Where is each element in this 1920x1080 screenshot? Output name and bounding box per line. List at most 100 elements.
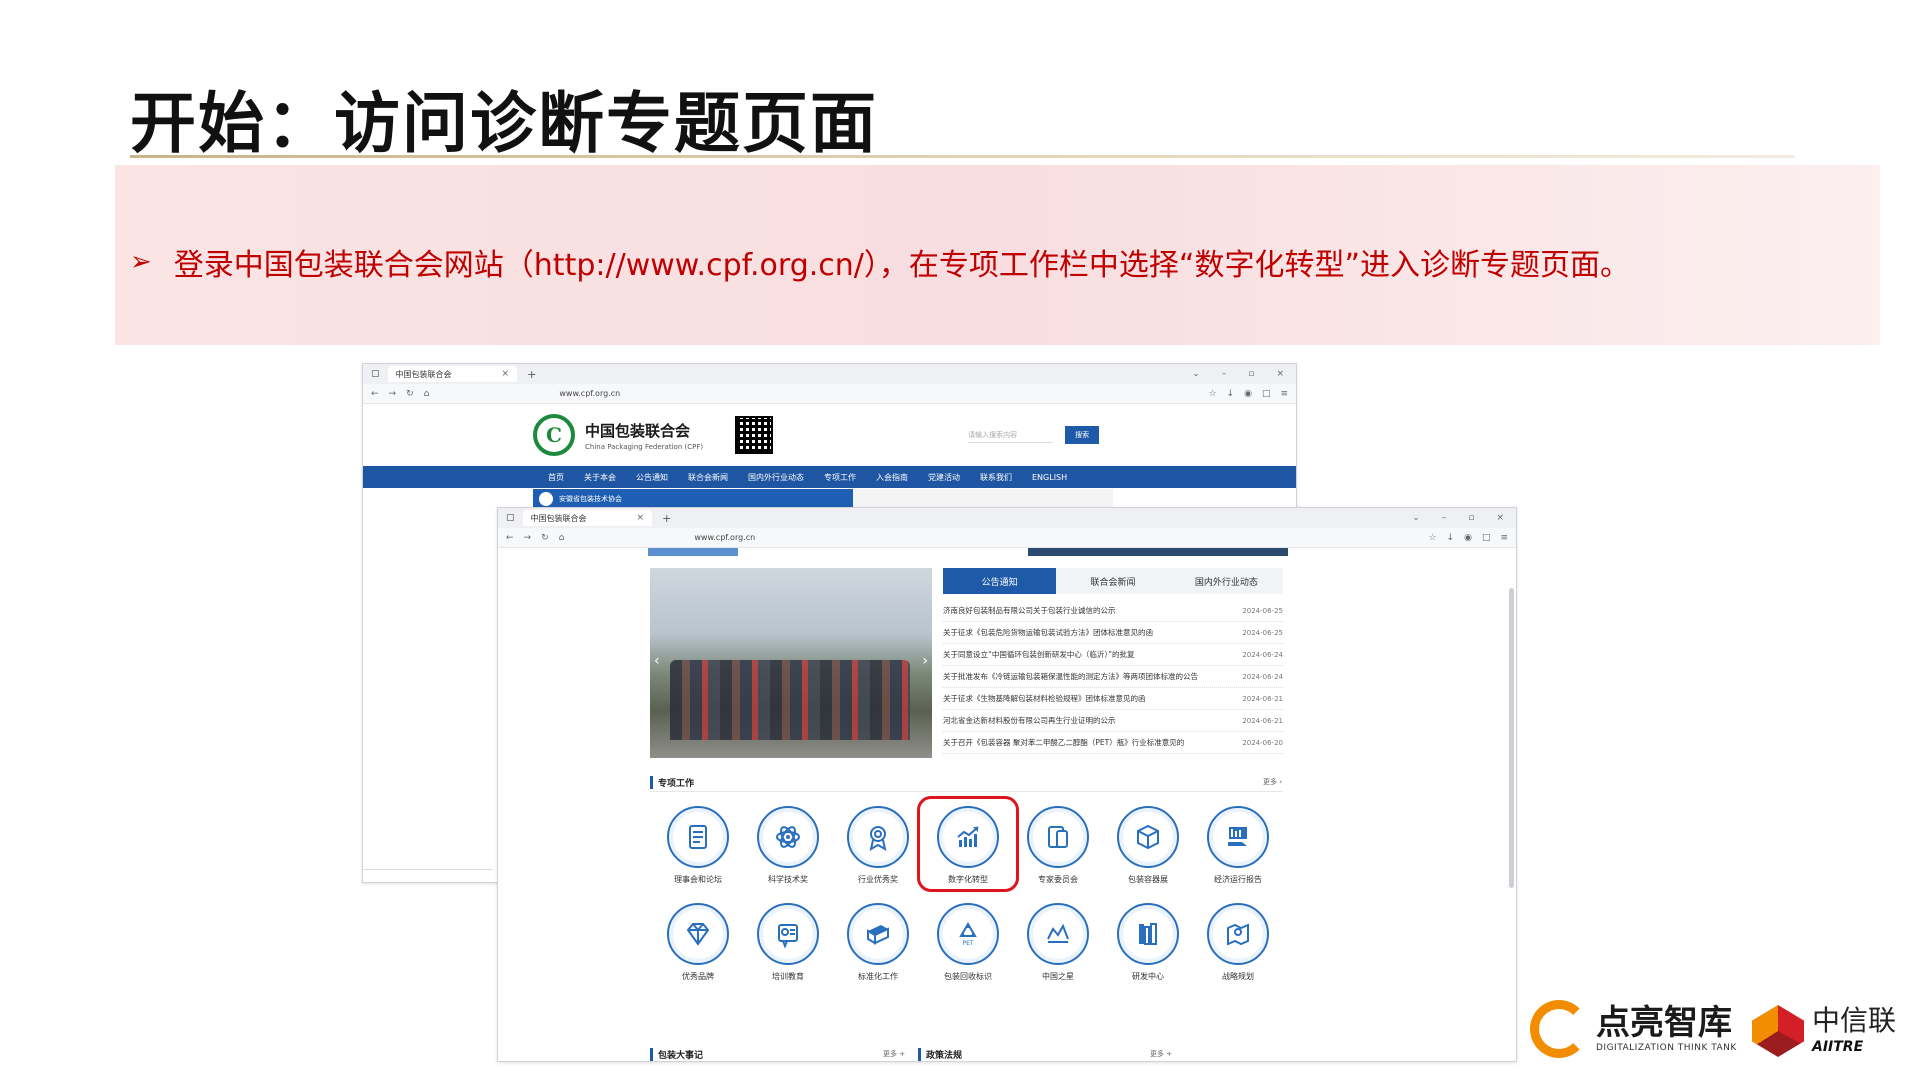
special-work-more-link[interactable]: 更多 › (1263, 777, 1282, 787)
nav-special-work[interactable]: 专项工作 (814, 472, 866, 483)
special-work-council[interactable]: 理事会和论坛 (653, 806, 743, 885)
list-item[interactable]: 关于征求《包装危险货物运输包装试验方法》团体标准意见的函 2024-06-25 (943, 622, 1283, 644)
close-tab-icon[interactable]: × (637, 513, 645, 523)
list-item[interactable]: 关于批准发布《冷链运输包装箱保温性能的测定方法》等两项团体标准的公告 2024-0… (943, 666, 1283, 688)
forward-icon[interactable]: → (389, 389, 397, 399)
document-icon[interactable] (667, 806, 729, 868)
list-item[interactable]: 关于召开《包装容器 聚对苯二甲酸乙二醇酯（PET）瓶》行业标准意见的 2024-0… (943, 732, 1283, 754)
browser-tab[interactable]: 中国包装联合会 × (387, 366, 518, 382)
medal-icon[interactable] (847, 806, 909, 868)
tab-industry-news[interactable]: 国内外行业动态 (1170, 568, 1283, 594)
chevron-down-icon[interactable]: ⌄ (1192, 369, 1200, 379)
close-icon[interactable]: × (1496, 513, 1504, 523)
home-icon[interactable]: ⌂ (559, 533, 565, 543)
account-icon[interactable]: ◉ (1464, 533, 1472, 543)
cpf-logo[interactable]: C (533, 414, 575, 456)
list-item[interactable]: 济南良好包装制品有限公司关于包装行业诚信的公示 2024-06-25 (943, 600, 1283, 622)
site-header: C 中国包装联合会 China Packaging Federation (CP… (363, 404, 1296, 466)
news-tabs: 公告通知 联合会新闻 国内外行业动态 (943, 568, 1283, 594)
new-tab-icon[interactable]: + (527, 368, 536, 381)
diamond-icon[interactable] (667, 903, 729, 965)
extensions-icon[interactable]: □ (1482, 533, 1491, 543)
maximize-icon[interactable]: ▫ (1248, 369, 1254, 379)
nav-industry[interactable]: 国内外行业动态 (738, 472, 814, 483)
special-work-brand[interactable]: 优秀品牌 (653, 903, 743, 982)
nav-home[interactable]: 首页 (538, 472, 574, 483)
special-work-china-star[interactable]: 中国之星 (1013, 903, 1103, 982)
account-icon[interactable]: ◉ (1244, 389, 1252, 399)
carousel-prev-icon[interactable]: ‹ (654, 653, 660, 669)
minimize-icon[interactable]: – (1222, 369, 1227, 379)
url-field[interactable]: www.cpf.org.cn (574, 533, 1418, 542)
window-controls: ⌄ – ▫ × (1412, 513, 1516, 523)
bookshelf-icon[interactable] (1117, 903, 1179, 965)
special-work-training[interactable]: 培训教育 (743, 903, 833, 982)
packaging-events-more-link[interactable]: 更多 + (883, 1049, 905, 1059)
list-item[interactable]: 关于同意设立“中国循环包装创新研发中心（临沂）”的批复 2024-06-24 (943, 644, 1283, 666)
crown-chart-icon[interactable] (1027, 903, 1089, 965)
box-icon[interactable] (1117, 806, 1179, 868)
special-work-expert-committee[interactable]: 专家委员会 (1013, 806, 1103, 885)
list-item[interactable]: 河北省金达新材料股份有限公司再生行业证明的公示 2024-06-21 (943, 710, 1283, 732)
home-icon[interactable]: ⌂ (424, 389, 430, 399)
nav-join[interactable]: 入会指南 (866, 472, 918, 483)
recycle-icon[interactable]: PET (937, 903, 999, 965)
certificate-icon[interactable] (757, 903, 819, 965)
close-tab-icon[interactable]: × (502, 369, 510, 379)
special-work-strategy[interactable]: 战略规划 (1193, 903, 1283, 982)
policy-more-link[interactable]: 更多 + (1150, 1049, 1172, 1059)
tab-federation-news[interactable]: 联合会新闻 (1056, 568, 1169, 594)
tab-notices[interactable]: 公告通知 (943, 568, 1057, 594)
sidebar-toggle-icon[interactable]: ▢ (506, 513, 515, 523)
carousel-next-icon[interactable]: › (922, 653, 928, 669)
menu-icon[interactable]: ≡ (1280, 389, 1288, 399)
extensions-icon[interactable]: □ (1262, 389, 1271, 399)
special-work-industry-award[interactable]: 行业优秀奖 (833, 806, 923, 885)
nav-contact[interactable]: 联系我们 (970, 472, 1022, 483)
reload-icon[interactable]: ↻ (541, 533, 549, 543)
sidebar-toggle-icon[interactable]: ▢ (371, 369, 380, 379)
back-icon[interactable]: ← (506, 533, 514, 543)
forward-icon[interactable]: → (524, 533, 532, 543)
special-work-container-expo[interactable]: 包装容器展 (1103, 806, 1193, 885)
nav-news[interactable]: 联合会新闻 (678, 472, 738, 483)
url-field[interactable]: www.cpf.org.cn (439, 389, 1198, 398)
group-photo (670, 660, 910, 740)
special-work-rd-center[interactable]: 研发中心 (1103, 903, 1193, 982)
tablet-icon[interactable] (1027, 806, 1089, 868)
download-icon[interactable]: ↓ (1227, 389, 1235, 399)
bookmark-star-icon[interactable]: ☆ (1428, 533, 1436, 543)
browser-tab[interactable]: 中国包装联合会 × (522, 510, 653, 526)
top-strip (648, 548, 1288, 556)
banner-link[interactable]: 安徽省包装技术协会 (533, 489, 853, 509)
site-search-input[interactable]: 请输入搜索内容 (968, 427, 1054, 443)
close-icon[interactable]: × (1276, 369, 1284, 379)
special-work-science-award[interactable]: 科学技术奖 (743, 806, 833, 885)
nav-about[interactable]: 关于本会 (574, 472, 626, 483)
special-work-recycling-label[interactable]: PET 包装回收标识 (923, 903, 1013, 982)
site-search-button[interactable]: 搜索 (1065, 426, 1100, 444)
atom-icon[interactable] (757, 806, 819, 868)
reload-icon[interactable]: ↻ (406, 389, 414, 399)
nav-party[interactable]: 党建活动 (918, 472, 970, 483)
news-carousel-photo[interactable]: ‹ › (650, 568, 932, 758)
scrollbar[interactable] (1509, 588, 1514, 888)
tab-title: 中国包装联合会 (395, 369, 452, 379)
back-icon[interactable]: ← (371, 389, 379, 399)
chevron-down-icon[interactable]: ⌄ (1412, 513, 1420, 523)
new-tab-icon[interactable]: + (662, 512, 671, 525)
monitor-hand-icon[interactable] (1207, 806, 1269, 868)
special-work-standardization[interactable]: 标准化工作 (833, 903, 923, 982)
special-work-digital-transformation[interactable]: 数字化转型 (917, 796, 1019, 892)
download-icon[interactable]: ↓ (1447, 533, 1455, 543)
minimize-icon[interactable]: – (1442, 513, 1447, 523)
books-icon[interactable] (847, 903, 909, 965)
menu-icon[interactable]: ≡ (1500, 533, 1508, 543)
special-work-economic-report[interactable]: 经济运行报告 (1193, 806, 1283, 885)
maximize-icon[interactable]: ▫ (1468, 513, 1474, 523)
nav-english[interactable]: ENGLISH (1022, 473, 1077, 482)
map-pin-icon[interactable] (1207, 903, 1269, 965)
list-item[interactable]: 关于征求《生物基降解包装材料检验规程》团体标准意见的函 2024-06-21 (943, 688, 1283, 710)
bookmark-star-icon[interactable]: ☆ (1208, 389, 1216, 399)
nav-notices[interactable]: 公告通知 (626, 472, 678, 483)
